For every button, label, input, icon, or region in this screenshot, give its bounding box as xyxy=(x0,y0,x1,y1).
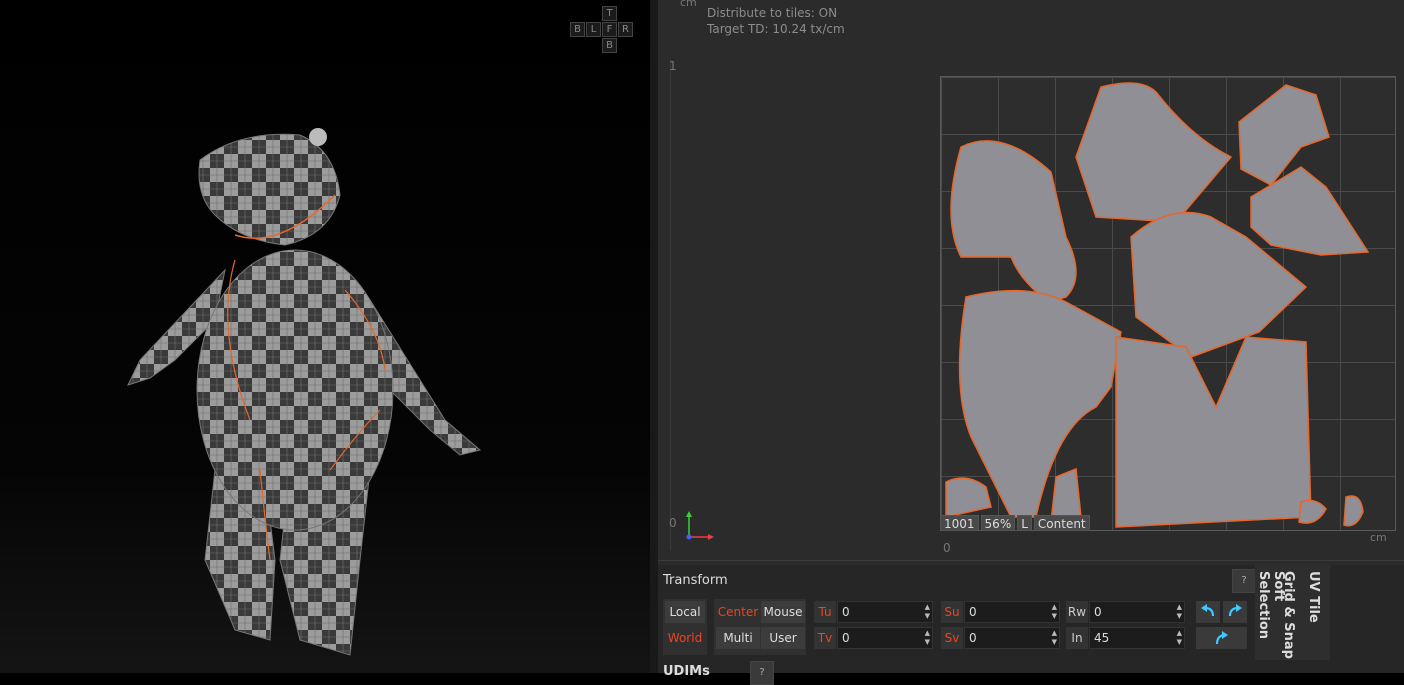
uv-tile-1001[interactable] xyxy=(940,76,1396,531)
flip-button[interactable] xyxy=(1196,627,1247,649)
panel-splitter[interactable] xyxy=(650,0,658,673)
view-back-button[interactable]: B xyxy=(570,22,585,37)
transform-panel: Transform ? Local World Center Mouse Mul… xyxy=(658,565,1404,685)
uv-axis-gizmo xyxy=(686,511,714,540)
tile-content: Content xyxy=(1033,515,1090,531)
tile-info-bar: 1001 56% L Content xyxy=(940,515,1092,531)
uv-islands xyxy=(945,82,1370,528)
view-navigation-cube[interactable]: T B L F R B xyxy=(568,6,634,53)
su-field[interactable]: 0 ▲ ▼ xyxy=(964,601,1060,623)
tile-usage-percent: 56% xyxy=(980,515,1016,531)
distribute-status: Distribute to tiles: ON xyxy=(707,6,838,20)
view-front-button[interactable]: F xyxy=(602,22,617,37)
tv-label: Tv xyxy=(814,627,836,649)
rotate-cw-button[interactable] xyxy=(1223,601,1247,623)
rw-label: Rw xyxy=(1066,601,1088,623)
in-spinner-icon[interactable]: ▲ ▼ xyxy=(1177,629,1182,647)
in-label: In xyxy=(1066,627,1088,649)
tv-value: 0 xyxy=(842,631,850,645)
sv-spinner-icon[interactable]: ▲ ▼ xyxy=(1052,629,1057,647)
in-field[interactable]: 45 ▲ ▼ xyxy=(1089,627,1185,649)
su-value: 0 xyxy=(969,605,977,619)
su-spinner-icon[interactable]: ▲ ▼ xyxy=(1052,603,1057,621)
su-label: Su xyxy=(941,601,963,623)
rw-value: 0 xyxy=(1094,605,1102,619)
pivot-mouse-button[interactable]: Mouse xyxy=(761,601,805,623)
tu-spinner-icon[interactable]: ▲ ▼ xyxy=(925,603,930,621)
3d-viewport[interactable]: T B L F R B xyxy=(0,0,650,673)
rotate-ccw-icon xyxy=(1201,604,1215,617)
transform-help-button[interactable]: ? xyxy=(1232,569,1256,593)
sv-value: 0 xyxy=(969,631,977,645)
local-space-button[interactable]: Local xyxy=(665,601,705,623)
uv-tile-tab[interactable]: UV Tile xyxy=(1306,571,1321,623)
flip-arrow-icon xyxy=(1215,631,1228,645)
sv-label: Sv xyxy=(941,627,963,649)
tu-label: Tu xyxy=(814,601,836,623)
udims-help-button[interactable]: ? xyxy=(750,661,774,685)
pivot-multi-button[interactable]: Multi xyxy=(716,627,760,649)
rotate-ccw-button[interactable] xyxy=(1196,601,1220,623)
sv-field[interactable]: 0 ▲ ▼ xyxy=(964,627,1060,649)
v-axis-label-0: 0 xyxy=(669,516,677,530)
tu-field[interactable]: 0 ▲ ▼ xyxy=(837,601,933,623)
view-left-button[interactable]: L xyxy=(586,22,601,37)
pivot-user-button[interactable]: User xyxy=(761,627,805,649)
pivot-center-button[interactable]: Center xyxy=(716,601,760,623)
rw-field[interactable]: 0 ▲ ▼ xyxy=(1089,601,1185,623)
tile-mode: L xyxy=(1017,515,1032,531)
v-axis-label-1: 1 xyxy=(669,59,677,73)
tu-value: 0 xyxy=(842,605,850,619)
world-space-button[interactable]: World xyxy=(665,627,705,649)
transform-title: Transform xyxy=(663,573,728,588)
rw-spinner-icon[interactable]: ▲ ▼ xyxy=(1177,603,1182,621)
v-ruler xyxy=(670,60,671,550)
rotate-cw-icon xyxy=(1228,604,1242,617)
grid-snap-tab[interactable]: Grid & Snap xyxy=(1281,571,1296,659)
unit-label-top: cm xyxy=(680,0,697,9)
uv-editor[interactable]: cm Distribute to tiles: ON Target TD: 10… xyxy=(658,0,1404,565)
tv-spinner-icon[interactable]: ▲ ▼ xyxy=(925,629,930,647)
u-axis-label-0: 0 xyxy=(943,541,951,555)
tv-field[interactable]: 0 ▲ ▼ xyxy=(837,627,933,649)
u-ruler xyxy=(658,560,1404,561)
unit-label-bottom: cm xyxy=(1370,531,1387,544)
udims-title: UDIMs xyxy=(663,664,710,679)
in-value: 45 xyxy=(1094,631,1110,645)
view-top-button[interactable]: T xyxy=(602,6,617,21)
target-texel-density: Target TD: 10.24 tx/cm xyxy=(707,22,845,36)
tile-id: 1001 xyxy=(940,515,979,531)
view-bottom-button[interactable]: B xyxy=(602,38,617,53)
capybara-model xyxy=(127,128,482,656)
view-right-button[interactable]: R xyxy=(618,22,633,37)
